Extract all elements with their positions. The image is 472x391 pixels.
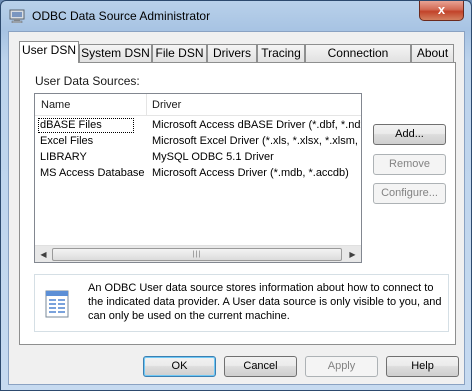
list-item[interactable]: Excel Files Microsoft Excel Driver (*.xl… <box>35 134 361 150</box>
column-header-name[interactable]: Name <box>41 99 70 111</box>
dsn-driver: Microsoft Access Driver (*.mdb, *.accdb) <box>152 167 349 179</box>
ok-button[interactable]: OK <box>143 356 216 377</box>
list-item[interactable]: LIBRARY MySQL ODBC 5.1 Driver <box>35 150 361 166</box>
dsn-driver: MySQL ODBC 5.1 Driver <box>152 151 274 163</box>
tab-about[interactable]: About <box>411 44 454 62</box>
configure-button[interactable]: Configure... <box>373 183 446 204</box>
dsn-name: MS Access Database <box>40 167 145 179</box>
dsn-name: LIBRARY <box>40 151 87 163</box>
dsn-driver: Microsoft Excel Driver (*.xls, *.xlsx, *… <box>152 135 361 147</box>
column-divider[interactable] <box>146 94 147 116</box>
scroll-left-icon[interactable]: ◀ <box>35 246 52 263</box>
tab-connection-pooling[interactable]: Connection Pooling <box>305 44 411 76</box>
user-dsn-panel: User Data Sources: Name Driver dBASE Fil… <box>19 62 456 345</box>
dsn-driver: Microsoft Access dBASE Driver (*.dbf, *.… <box>152 119 361 131</box>
list-item[interactable]: MS Access Database Microsoft Access Driv… <box>35 166 361 182</box>
close-button[interactable]: x <box>419 1 464 21</box>
dsn-name: Excel Files <box>40 135 94 147</box>
help-button[interactable]: Help <box>386 356 459 377</box>
database-document-icon <box>45 290 69 318</box>
tab-file-dsn[interactable]: File DSN <box>152 44 207 62</box>
add-button[interactable]: Add... <box>373 124 446 145</box>
title-bar[interactable]: ODBC Data Source Administrator x <box>1 1 471 31</box>
remove-button[interactable]: Remove <box>373 154 446 175</box>
dsn-name: dBASE Files <box>40 119 102 131</box>
data-sources-list[interactable]: Name Driver dBASE Files Microsoft Access… <box>34 93 362 263</box>
tab-system-dsn[interactable]: System DSN <box>79 44 152 62</box>
scrollbar-thumb[interactable]: ||| <box>52 248 342 261</box>
info-box: An ODBC User data source stores informat… <box>34 274 449 332</box>
horizontal-scrollbar[interactable]: ◀ ||| ▶ <box>35 245 361 262</box>
user-data-sources-label: User Data Sources: <box>35 74 140 88</box>
column-header-driver[interactable]: Driver <box>152 99 181 111</box>
cancel-button[interactable]: Cancel <box>224 356 297 377</box>
dialog-client: User DSN System DSN File DSN Drivers Tra… <box>8 31 465 385</box>
tab-user-dsn[interactable]: User DSN <box>19 41 79 63</box>
info-description: An ODBC User data source stores informat… <box>88 282 442 322</box>
list-item[interactable]: dBASE Files Microsoft Access dBASE Drive… <box>35 118 361 134</box>
odbc-computer-icon <box>9 9 25 23</box>
window-title: ODBC Data Source Administrator <box>32 9 211 23</box>
scroll-right-icon[interactable]: ▶ <box>344 246 361 263</box>
list-header: Name Driver <box>35 94 361 116</box>
tab-drivers[interactable]: Drivers <box>207 44 257 62</box>
apply-button[interactable]: Apply <box>305 356 378 377</box>
tab-tracing[interactable]: Tracing <box>257 44 305 62</box>
dialog-window: ODBC Data Source Administrator x User DS… <box>0 0 472 391</box>
